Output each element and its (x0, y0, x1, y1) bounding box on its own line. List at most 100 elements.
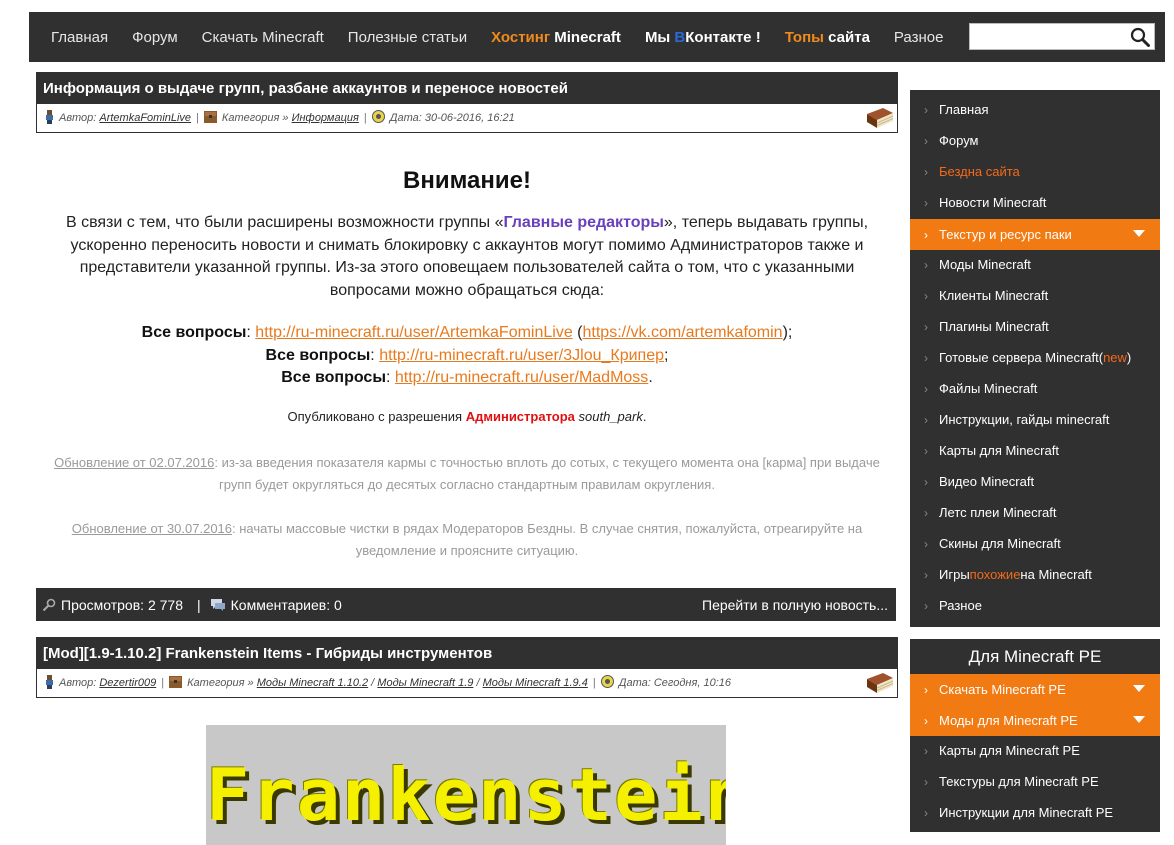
sidebar-menu: Главная Форум Бездна сайта Новости Minec… (910, 90, 1160, 627)
author-link[interactable]: ArtemkaFominLive (99, 112, 191, 124)
update-note-1: Обновление от 02.07.2016: из-за введения… (44, 452, 890, 496)
nav-tops[interactable]: Топы сайта (785, 29, 870, 46)
preview-logo-text: Frankenstein (206, 753, 726, 837)
nav-home[interactable]: Главная (51, 29, 108, 46)
author-link[interactable]: Dezertir009 (99, 677, 156, 689)
post-paragraph: В связи с тем, что были расширены возмож… (44, 212, 890, 302)
attention-heading: Внимание! (403, 167, 531, 194)
question-vk-link[interactable]: https://vk.com/artemkafomin (583, 324, 783, 341)
nav-hosting-accent: Хостинг (491, 28, 551, 46)
author-label: Автор: (59, 677, 97, 689)
sidebar-pe-guides[interactable]: Инструкции для Minecraft PE (910, 797, 1160, 828)
book-icon[interactable] (865, 671, 895, 698)
post-footer: Просмотров: 2 778 | Комментариев: 0 Пере… (36, 588, 896, 621)
sidebar-item-guides[interactable]: Инструкции, гайды minecraft (910, 404, 1160, 435)
category-icon (203, 110, 217, 126)
category-link-1[interactable]: Моды Minecraft 1.10.2 (257, 677, 368, 689)
sidebar-item-plugins[interactable]: Плагины Minecraft (910, 311, 1160, 342)
search-input[interactable] (970, 24, 1137, 48)
post-2-meta: Автор: Dezertir009 | Категория » Моды Mi… (36, 669, 898, 698)
update-text-2: : начаты массовые чистки в рядах Модерат… (232, 520, 863, 558)
published-pre: Опубликовано с разрешения (287, 408, 466, 424)
update-text-1: : из-за введения показателя кармы с точн… (214, 454, 880, 492)
top-navigation: Главная Форум Скачать Minecraft Полезные… (29, 12, 1165, 62)
sidebar-pe-maps[interactable]: Карты для Minecraft PE (910, 735, 1160, 766)
nav-vk[interactable]: Мы ВКонтакте ! (645, 29, 761, 46)
sidebar-item-mods[interactable]: Моды Minecraft (910, 249, 1160, 280)
games-rest: на Minecraft (1020, 567, 1092, 582)
post-meta: Автор: ArtemkaFominLive | Категория » Ин… (36, 104, 898, 133)
nav-vk-pre: Мы (644, 28, 675, 46)
sidebar-item-clients[interactable]: Клиенты Minecraft (910, 280, 1160, 311)
question-line-2: Все вопросы: http://ru-minecraft.ru/user… (265, 346, 669, 364)
sidebar-item-maps[interactable]: Карты для Minecraft (910, 435, 1160, 466)
sidebar-item-textures-label: Текстур и ресурс паки (939, 227, 1072, 242)
sidebar-item-abyss[interactable]: Бездна сайта (910, 156, 1160, 187)
top-nav-items: Главная Форум Скачать Minecraft Полезные… (39, 12, 955, 62)
post-date: Дата: 30-06-2016, 16:21 (389, 112, 515, 124)
questions-label: Все вопросы (141, 324, 247, 341)
update-link-2[interactable]: Обновление от 30.07.2016 (72, 521, 232, 536)
views-stat: Просмотров: 2 778 (42, 597, 183, 613)
read-more-link[interactable]: Перейти в полную новость... (702, 597, 888, 613)
meta-separator: | (363, 112, 367, 124)
sidebar-item-home[interactable]: Главная (910, 94, 1160, 125)
sidebar-item-textures[interactable]: Текстур и ресурс паки (910, 219, 1160, 250)
question-line-1: Все вопросы: http://ru-minecraft.ru/user… (141, 324, 793, 341)
author-icon (45, 674, 54, 692)
nav-vk-post: Контакте ! (685, 28, 761, 46)
author-icon (45, 109, 54, 127)
nav-hosting[interactable]: Хостинг Minecraft (491, 29, 621, 46)
meta-separator: | (196, 112, 199, 124)
questions-label: Все вопросы (281, 369, 386, 386)
category-link[interactable]: Информация (292, 112, 359, 124)
post-title-bar: Информация о выдаче групп, разбане аккау… (36, 72, 898, 104)
published-user: south_park (578, 408, 643, 424)
sidebar-item-servers[interactable]: Готовые сервера Minecraft(new) (910, 342, 1160, 373)
category-link-2[interactable]: Моды Minecraft 1.9 (377, 677, 473, 689)
published-admin: Администратора (465, 408, 575, 424)
sidebar-pe-textures[interactable]: Текстуры для Minecraft PE (910, 766, 1160, 797)
category-label: Категория » (187, 677, 254, 689)
sidebar-item-games[interactable]: Игры похожие на Minecraft (910, 559, 1160, 590)
update-note-2: Обновление от 30.07.2016: начаты массовы… (44, 518, 890, 562)
games-similar: похожие (969, 567, 1021, 582)
post-title[interactable]: Информация о выдаче групп, разбане аккау… (43, 80, 568, 97)
sidebar-item-skins[interactable]: Скины для Minecraft (910, 528, 1160, 559)
sidebar-pe-download[interactable]: Скачать Minecraft PE (910, 674, 1160, 705)
sidebar-item-forum[interactable]: Форум (910, 125, 1160, 156)
sidebar-item-servers-close: ) (1126, 350, 1132, 365)
question-link-3[interactable]: http://ru-minecraft.ru/user/MadMoss (395, 369, 648, 386)
nav-articles[interactable]: Полезные статьи (348, 29, 467, 46)
post-2-title[interactable]: [Mod][1.9-1.10.2] Frankenstein Items - Г… (43, 645, 492, 662)
sidebar-pe-mods[interactable]: Моды для Minecraft PE (910, 705, 1160, 736)
nav-misc[interactable]: Разное (894, 29, 944, 46)
sidebar-item-news[interactable]: Новости Minecraft (910, 187, 1160, 218)
main-content: Информация о выдаче групп, разбане аккау… (36, 72, 898, 845)
sidebar-pe-menu: Для Minecraft PE Скачать Minecraft PE Мо… (910, 639, 1160, 832)
comments-stat[interactable]: Комментариев: 0 (210, 597, 342, 613)
book-icon[interactable] (865, 106, 895, 133)
chevron-down-icon (1133, 685, 1145, 692)
nav-forum[interactable]: Форум (132, 29, 178, 46)
post-2-preview-image[interactable]: Frankenstein (206, 725, 726, 845)
question-line-3: Все вопросы: http://ru-minecraft.ru/user… (281, 369, 653, 386)
question-link-2[interactable]: http://ru-minecraft.ru/user/3Jlou_Крипер (379, 347, 664, 364)
sidebar-item-files[interactable]: Файлы Minecraft (910, 373, 1160, 404)
nav-download[interactable]: Скачать Minecraft (202, 29, 324, 46)
question-link-1[interactable]: http://ru-minecraft.ru/user/ArtemkaFomin… (255, 324, 572, 341)
footer-divider: | (196, 596, 201, 613)
search-button[interactable] (1128, 25, 1152, 49)
sidebar-item-letsplays[interactable]: Летс плеи Minecraft (910, 497, 1160, 528)
search-icon (1130, 27, 1150, 47)
views-icon (42, 598, 56, 611)
meta-separator: | (161, 677, 165, 689)
para-before: В связи с тем, что были расширены возмож… (65, 214, 504, 231)
sidebar-item-misc[interactable]: Разное (910, 590, 1160, 621)
update-link-1[interactable]: Обновление от 02.07.2016 (54, 455, 214, 470)
clock-icon (371, 110, 385, 126)
sidebar-item-video[interactable]: Видео Minecraft (910, 466, 1160, 497)
nav-tops-accent: Топы (784, 28, 824, 46)
category-link-3[interactable]: Моды Minecraft 1.9.4 (483, 677, 588, 689)
category-icon (169, 675, 183, 691)
